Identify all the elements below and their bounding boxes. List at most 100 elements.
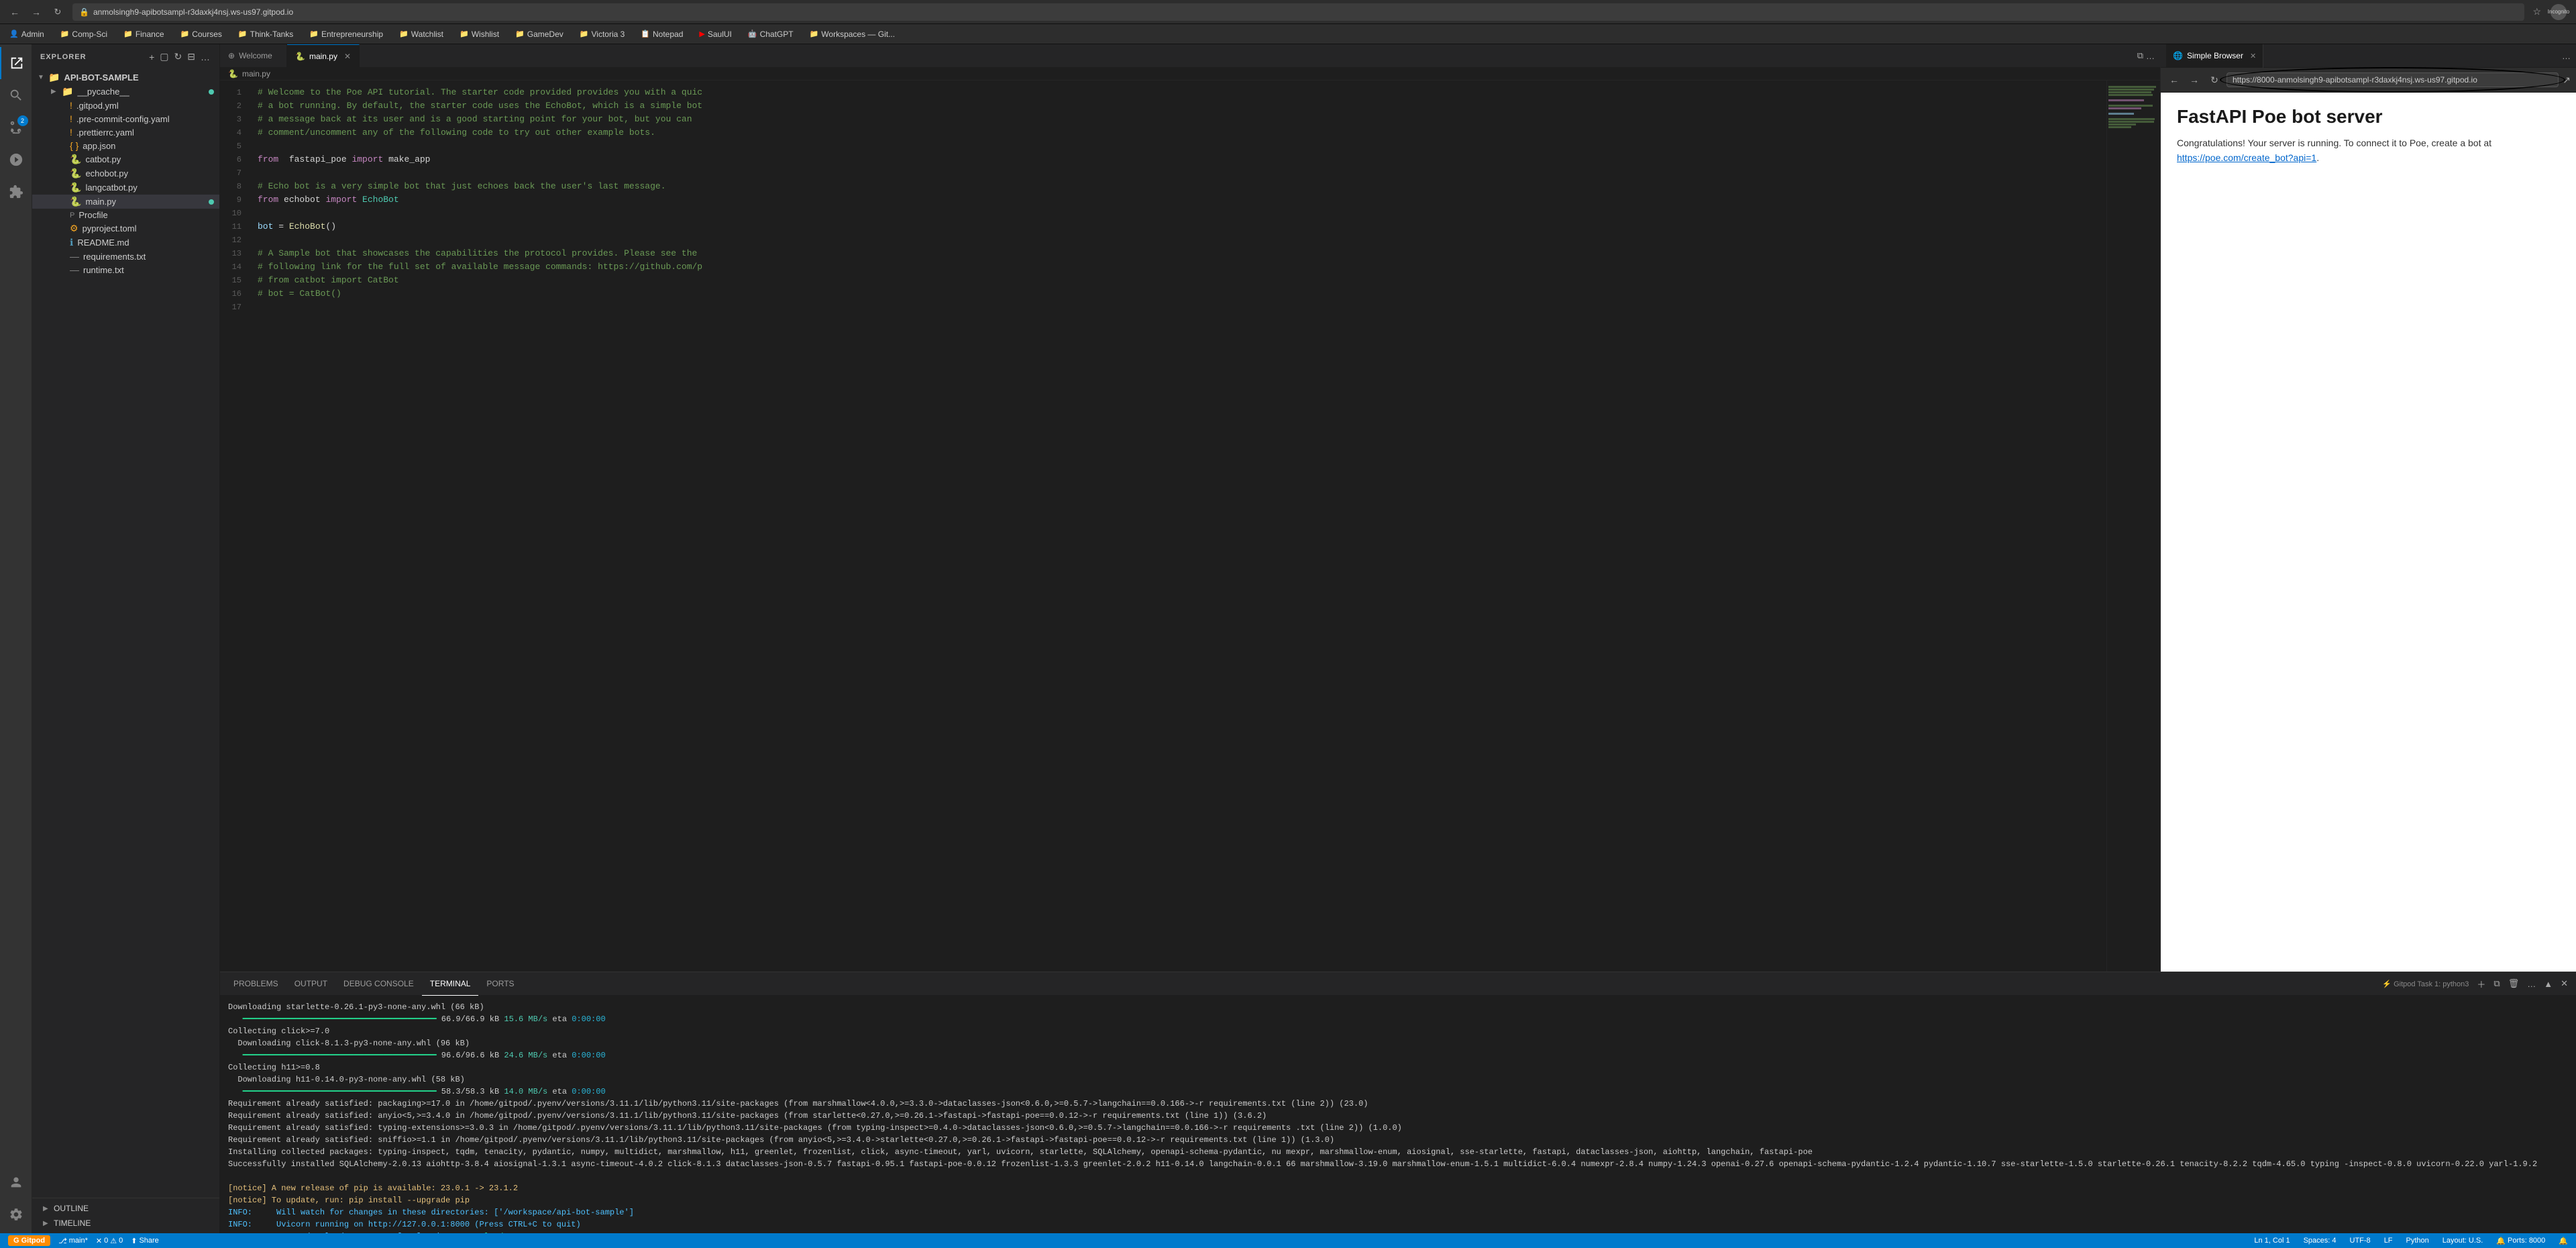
bookmark-gamedev[interactable]: 📁 GameDev <box>511 28 568 40</box>
terminal-tabs-bar: PROBLEMS OUTPUT DEBUG CONSOLE TERMINAL P… <box>220 972 2576 996</box>
terminal-tab-terminal[interactable]: TERMINAL <box>422 972 479 996</box>
terminal-output[interactable]: Downloading starlette-0.26.1-py3-none-an… <box>220 996 2576 1233</box>
tree-root-folder[interactable]: ▼ 📁 API-BOT-SAMPLE <box>32 70 219 85</box>
tree-readme[interactable]: ▶ ℹ README.md <box>32 236 219 250</box>
tab-main-py[interactable]: 🐍 main.py ✕ <box>287 44 360 68</box>
new-terminal-button[interactable]: ＋ <box>2474 976 2488 992</box>
bookmark-think-tanks[interactable]: 📁 Think-Tanks <box>234 28 297 40</box>
simple-browser-open-external-button[interactable]: ↗ <box>2563 74 2571 86</box>
tree-pycache[interactable]: ▶ 📁 __pycache__ <box>32 85 219 99</box>
forward-button[interactable]: → <box>27 3 46 21</box>
tree-main-py[interactable]: ▶ 🐍 main.py <box>32 195 219 209</box>
split-editor-button[interactable]: ⧉ <box>2137 50 2143 61</box>
maximize-panel-button[interactable]: ▲ <box>2541 978 2555 990</box>
eol-item[interactable]: LF <box>2381 1237 2396 1245</box>
back-button[interactable]: ← <box>5 3 24 21</box>
tree-prettierrc[interactable]: ▶ ! .prettierrc.yaml <box>32 125 219 139</box>
new-file-button[interactable]: + <box>148 50 156 64</box>
errors-item[interactable]: ✕ 0 ⚠ 0 <box>93 1237 125 1245</box>
terminal-line: Downloading h11-0.14.0-py3-none-any.whl … <box>228 1074 2568 1086</box>
terminal-tab-debug-console[interactable]: DEBUG CONSOLE <box>335 972 422 996</box>
bookmark-star-icon[interactable]: ☆ <box>2532 6 2541 17</box>
tree-requirements[interactable]: ▶ — requirements.txt <box>32 250 219 263</box>
simple-browser-toolbar: ← → ↻ ↗ <box>2161 68 2576 93</box>
terminal-tab-ports[interactable]: PORTS <box>478 972 522 996</box>
collapse-all-button[interactable]: ⊟ <box>186 50 197 64</box>
simple-browser-tab-close-button[interactable]: ✕ <box>2250 52 2256 60</box>
url-text: anmolsingh9-apibotsampl-r3daxkj4nsj.ws-u… <box>93 7 293 17</box>
bookmark-watchlist[interactable]: 📁 Watchlist <box>395 28 447 40</box>
address-bar[interactable]: 🔒 anmolsingh9-apibotsampl-r3daxkj4nsj.ws… <box>72 3 2524 21</box>
more-actions-button[interactable]: … <box>199 50 211 64</box>
tab-close-button[interactable]: ✕ <box>344 52 351 61</box>
simple-browser-url-input[interactable] <box>2226 72 2559 87</box>
poe-create-bot-link[interactable]: https://poe.com/create_bot?api=1 <box>2177 152 2316 163</box>
bookmark-courses[interactable]: 📁 Courses <box>176 28 226 40</box>
terminal-panel: PROBLEMS OUTPUT DEBUG CONSOLE TERMINAL P… <box>220 972 2576 1233</box>
outline-section[interactable]: ▶ OUTLINE <box>35 1201 217 1216</box>
tree-runtime[interactable]: ▶ — runtime.txt <box>32 263 219 276</box>
split-terminal-button[interactable]: ⧉ <box>2491 977 2502 990</box>
bookmark-notepad[interactable]: 📋 Notepad <box>637 28 687 40</box>
activity-extensions[interactable] <box>0 176 32 208</box>
language-item[interactable]: Python <box>2404 1237 2432 1245</box>
bookmark-chatgpt[interactable]: 🤖 ChatGPT <box>744 28 798 40</box>
more-tabs-button[interactable]: … <box>2146 50 2155 61</box>
ports-item[interactable]: 🔔 Ports: 8000 <box>2493 1237 2548 1245</box>
terminal-tab-problems[interactable]: PROBLEMS <box>225 972 286 996</box>
bookmark-entrepreneurship[interactable]: 📁 Entrepreneurship <box>305 28 387 40</box>
new-folder-button[interactable]: ▢ <box>158 50 170 64</box>
main-py-tab-icon: 🐍 <box>295 52 305 61</box>
ln-col-item[interactable]: Ln 1, Col 1 <box>2251 1237 2292 1245</box>
gitpod-task-icon: ⚡ <box>2382 980 2392 988</box>
activity-search[interactable] <box>0 79 32 111</box>
share-label: Share <box>139 1237 158 1245</box>
bookmark-saului[interactable]: ▶ SaulUI <box>695 28 736 40</box>
spaces-item[interactable]: Spaces: 4 <box>2301 1237 2339 1245</box>
reload-button[interactable]: ↻ <box>48 3 67 21</box>
activity-settings[interactable] <box>0 1198 32 1231</box>
bookmark-wishlist[interactable]: 📁 Wishlist <box>455 28 503 40</box>
gitpod-badge-item[interactable]: G Gitpod <box>5 1235 53 1246</box>
bookmark-victoria3[interactable]: 📁 Victoria 3 <box>576 28 629 40</box>
profile-button[interactable]: Incognito <box>2546 3 2571 21</box>
tree-pyproject[interactable]: ▶ ⚙ pyproject.toml <box>32 221 219 236</box>
layout-item[interactable]: Layout: U.S. <box>2440 1237 2486 1245</box>
tree-pre-commit[interactable]: ▶ ! .pre-commit-config.yaml <box>32 112 219 125</box>
simple-browser-tab[interactable]: 🌐 Simple Browser ✕ <box>2166 44 2263 68</box>
tab-welcome[interactable]: ⊕ Welcome <box>220 44 287 68</box>
close-panel-button[interactable]: ✕ <box>2558 977 2571 990</box>
activity-account[interactable] <box>0 1166 32 1198</box>
tree-echobot[interactable]: ▶ 🐍 echobot.py <box>32 166 219 180</box>
simple-browser-reload-button[interactable]: ↻ <box>2206 72 2222 88</box>
simple-browser-back-button[interactable]: ← <box>2166 72 2182 88</box>
bookmark-workspaces[interactable]: 📁 Workspaces — Git... <box>806 28 900 40</box>
notifications-item[interactable]: 🔔 <box>2556 1237 2571 1245</box>
tree-app-json[interactable]: ▶ { } app.json <box>32 139 219 152</box>
tree-gitpod-yml[interactable]: ▶ ! .gitpod.yml <box>32 99 219 112</box>
kill-terminal-button[interactable]: 🗑 <box>2506 977 2522 990</box>
activity-explorer[interactable] <box>0 47 32 79</box>
bookmark-finance[interactable]: 📁 Finance <box>119 28 168 40</box>
activity-debug[interactable] <box>0 144 32 176</box>
bookmark-admin[interactable]: 👤 Admin <box>5 28 48 40</box>
terminal-more-button[interactable]: … <box>2524 978 2538 990</box>
code-lines[interactable]: # Welcome to the Poe API tutorial. The s… <box>247 81 2106 972</box>
bookmark-comp-sci[interactable]: 📁 Comp-Sci <box>56 28 111 40</box>
share-item[interactable]: ⬆ Share <box>128 1237 162 1245</box>
tree-procfile[interactable]: ▶ P Procfile <box>32 209 219 221</box>
terminal-tab-output[interactable]: OUTPUT <box>286 972 335 996</box>
simple-browser-forward-button[interactable]: → <box>2186 72 2202 88</box>
echobot-icon: 🐍 <box>70 168 81 179</box>
langcatbot-icon: 🐍 <box>70 182 81 193</box>
activity-source-control[interactable]: 2 <box>0 111 32 144</box>
timeline-section[interactable]: ▶ TIMELINE <box>35 1216 217 1231</box>
simple-browser-tab-actions: … <box>2562 51 2571 61</box>
encoding-item[interactable]: UTF-8 <box>2347 1237 2373 1245</box>
pycache-chevron-icon: ▶ <box>51 88 59 95</box>
tree-catbot[interactable]: ▶ 🐍 catbot.py <box>32 152 219 166</box>
tree-langcatbot[interactable]: ▶ 🐍 langcatbot.py <box>32 180 219 195</box>
simple-browser-more-button[interactable]: … <box>2562 51 2571 61</box>
refresh-button[interactable]: ↻ <box>173 50 184 64</box>
git-branch-item[interactable]: ⎇ main* <box>56 1237 91 1245</box>
